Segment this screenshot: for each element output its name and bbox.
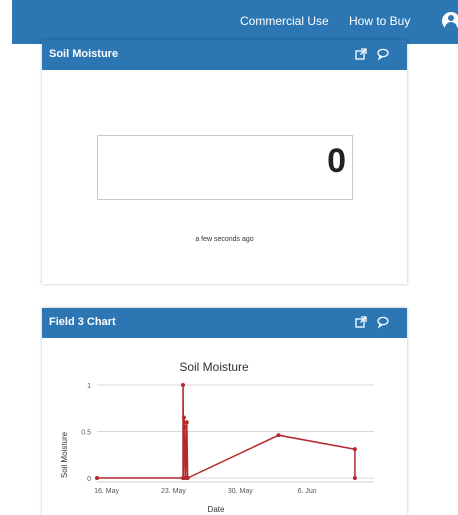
external-link-icon[interactable] <box>354 315 368 329</box>
data-point <box>182 438 187 443</box>
soil-moisture-chart: Soil Moisture Soil Moisture Date 0 0.5 1 16… <box>60 360 374 514</box>
data-point <box>181 415 186 420</box>
data-point <box>276 433 281 438</box>
top-nav-bar: Commercial Use How to Buy <box>12 0 458 44</box>
y-tick-label: 0.5 <box>81 430 91 437</box>
external-link-icon[interactable] <box>354 47 368 61</box>
chart-title: Soil Moisture <box>179 360 249 374</box>
x-tick-label: 16. May <box>94 488 119 495</box>
x-tick-label: 6. Jun <box>298 488 317 495</box>
x-tick-label: 30. May <box>228 488 253 495</box>
nav-link-commercial-use[interactable]: Commercial Use <box>240 14 329 28</box>
y-axis-label: Soil Moisture <box>60 431 69 478</box>
x-tick-label: 23. May <box>161 488 186 495</box>
nav-link-how-to-buy[interactable]: How to Buy <box>349 14 410 28</box>
widget-title: Field 3 Chart <box>49 316 116 328</box>
value-display-box: 0 <box>97 135 353 200</box>
comment-icon[interactable] <box>376 47 390 61</box>
widget-title: Soil Moisture <box>49 48 119 60</box>
data-point <box>180 383 185 387</box>
comment-icon[interactable] <box>376 315 390 329</box>
soil-moisture-widget: Soil Moisture 0 a few seconds ago <box>42 40 407 284</box>
data-point <box>182 424 187 429</box>
widget-header: Field 3 Chart <box>42 308 407 338</box>
widget-header: Soil Moisture <box>42 40 407 70</box>
data-point <box>352 447 357 452</box>
x-axis-label: Date <box>208 505 225 514</box>
field-3-chart-widget: Field 3 Chart Soil Moisture Soil Moistur… <box>42 308 407 515</box>
y-tick-label: 0 <box>87 476 91 483</box>
y-tick-label: 1 <box>87 383 91 390</box>
user-icon[interactable] <box>442 12 458 30</box>
value-text: 0 <box>327 142 346 180</box>
data-point <box>185 476 190 480</box>
last-updated-text: a few seconds ago <box>195 236 254 243</box>
data-point <box>352 476 357 480</box>
data-point <box>184 420 189 425</box>
data-point <box>95 476 99 480</box>
